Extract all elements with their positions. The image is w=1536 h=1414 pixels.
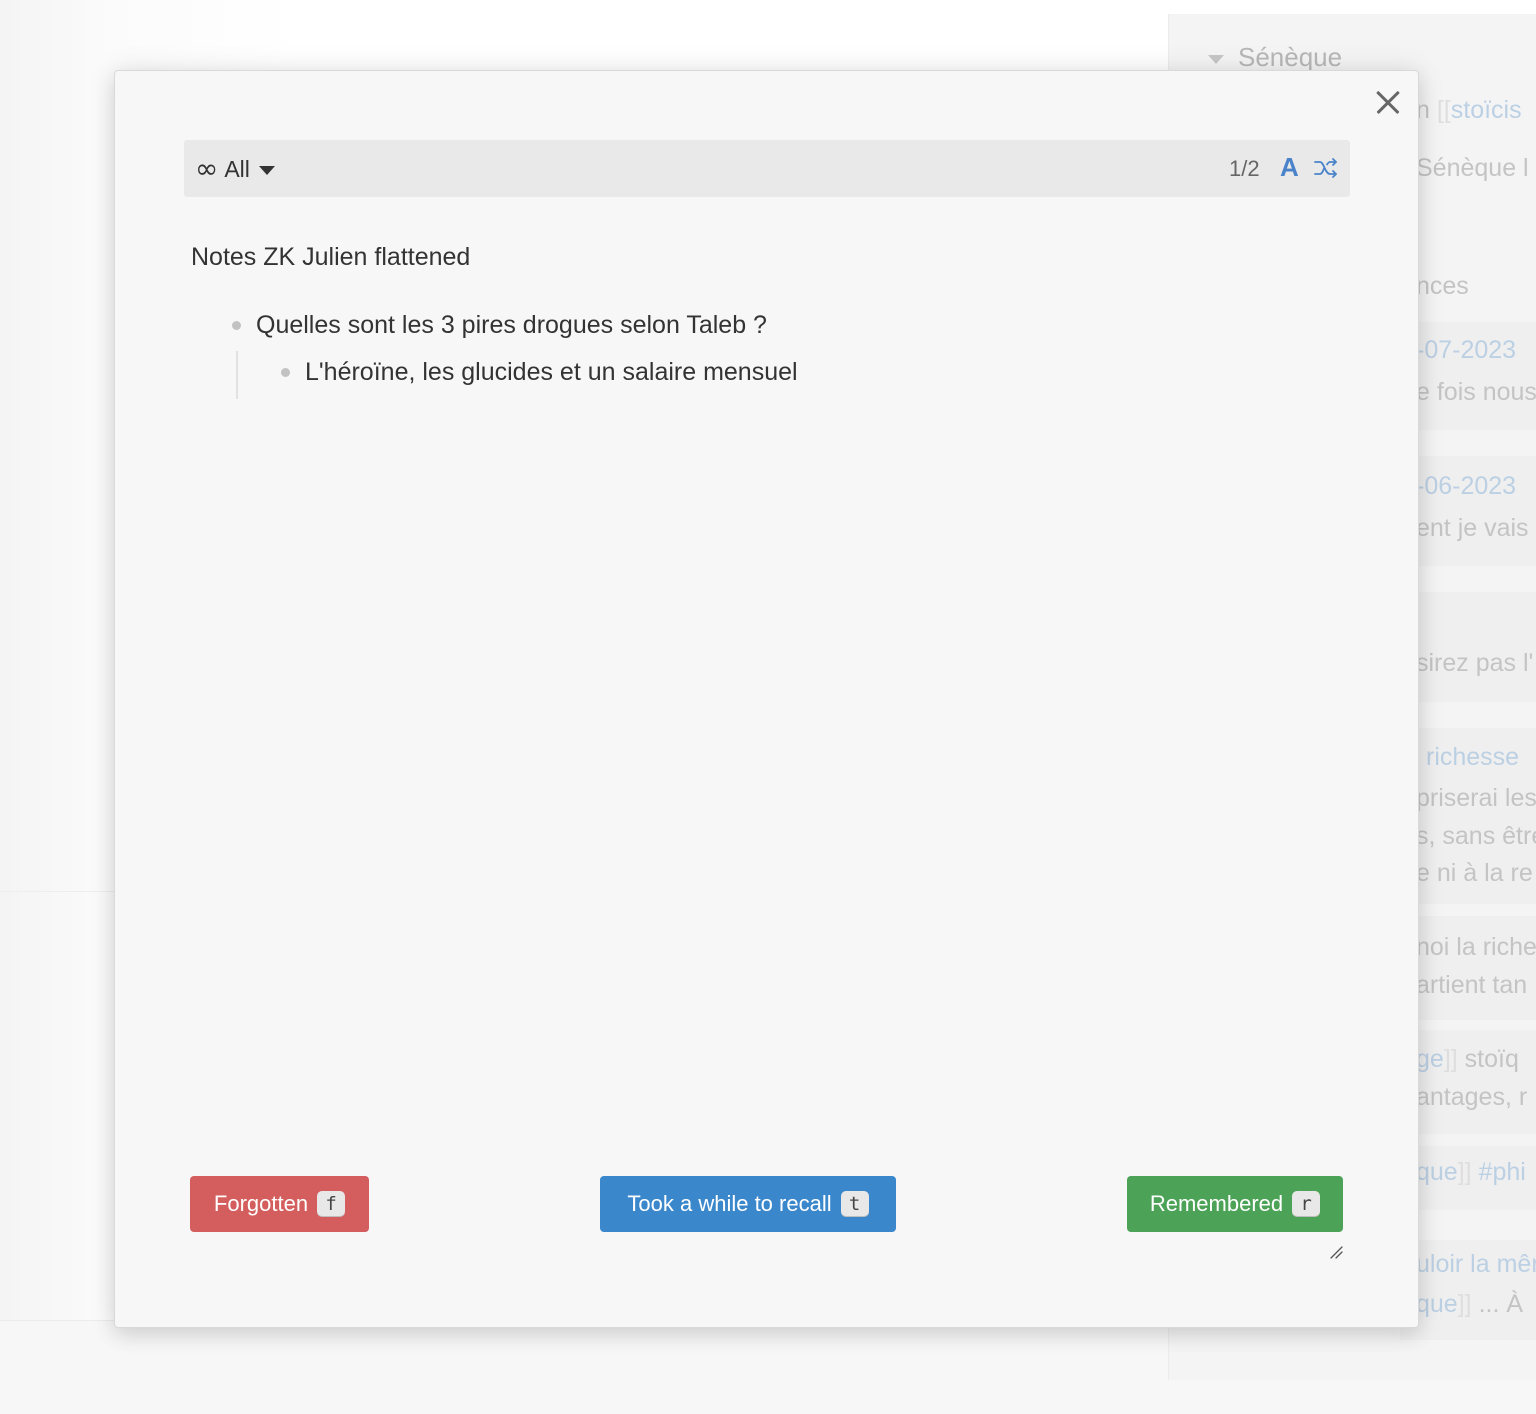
background-text-fragment: noi la riche bbox=[1416, 933, 1536, 961]
took-a-while-button[interactable]: Took a while to recall t bbox=[600, 1176, 896, 1232]
background-link-fragment: richesse bbox=[1426, 743, 1520, 771]
bullet-icon bbox=[281, 368, 290, 377]
forgotten-button[interactable]: Forgotten f bbox=[190, 1176, 369, 1232]
collapse-caret-icon bbox=[1208, 54, 1224, 64]
font-icon[interactable]: A bbox=[1280, 152, 1299, 183]
forgotten-label: Forgotten bbox=[213, 1191, 309, 1216]
shortcut-key-badge: f bbox=[317, 1191, 346, 1217]
background-text-fragment: que]] #phi bbox=[1416, 1158, 1526, 1186]
background-card bbox=[1400, 592, 1536, 702]
review-toolbar: ∞ All 1/2 A bbox=[184, 140, 1350, 197]
bullet-icon bbox=[232, 321, 241, 330]
background-text-fragment: priserai les bbox=[1416, 784, 1536, 812]
shuffle-icon[interactable] bbox=[1313, 155, 1339, 181]
caret-down-icon bbox=[258, 165, 275, 175]
flashcard-review-modal: ∞ All 1/2 A Notes ZK Julien flattened Qu… bbox=[114, 70, 1419, 1328]
shortcut-key-badge: r bbox=[1292, 1191, 1321, 1217]
background-text-fragment: sirez pas l' bbox=[1416, 649, 1534, 677]
remembered-button[interactable]: Remembered r bbox=[1127, 1176, 1343, 1232]
background-text-fragment: Sénèque l bbox=[1416, 154, 1529, 182]
background-text-fragment: que]] ... À bbox=[1416, 1290, 1524, 1318]
background-sidebar-title: Sénèque bbox=[1238, 42, 1343, 72]
answer-text: L'héroïne, les glucides et un salaire me… bbox=[305, 358, 798, 386]
card-counter: 1/2 bbox=[1229, 156, 1260, 181]
background-link-fragment: -06-2023 bbox=[1416, 472, 1517, 500]
question-block: Quelles sont les 3 pires drogues selon T… bbox=[232, 311, 767, 340]
question-text: Quelles sont les 3 pires drogues selon T… bbox=[256, 311, 767, 339]
background-text-fragment: e ni à la re bbox=[1416, 859, 1533, 887]
app-window: Sénèque n [[stoïcis Sénèque l nces -07-2… bbox=[0, 0, 1536, 1414]
close-icon[interactable] bbox=[1373, 87, 1403, 117]
background-card bbox=[1400, 916, 1536, 1020]
background-text-fragment: s, sans être bbox=[1416, 822, 1536, 850]
background-text-fragment: artient tan bbox=[1416, 971, 1528, 999]
recall-label: Took a while to recall bbox=[627, 1191, 832, 1216]
background-text-fragment: e fois nous bbox=[1416, 378, 1536, 406]
background-text-fragment: ge]] stoïq bbox=[1416, 1045, 1519, 1073]
answer-block: L'héroïne, les glucides et un salaire me… bbox=[281, 358, 798, 387]
background-text-fragment: n [[stoïcis bbox=[1416, 96, 1522, 124]
background-text-fragment: antages, r bbox=[1416, 1083, 1528, 1111]
remembered-label: Remembered bbox=[1149, 1191, 1284, 1216]
child-thread-line bbox=[236, 351, 238, 399]
background-text-fragment: ent je vais bbox=[1416, 514, 1529, 542]
background-link-fragment: -07-2023 bbox=[1416, 336, 1517, 364]
resize-handle-icon[interactable] bbox=[1329, 1245, 1343, 1259]
background-text-fragment: nces bbox=[1416, 272, 1469, 300]
deck-filter-dropdown[interactable]: ∞ All bbox=[195, 153, 275, 185]
shortcut-key-badge: t bbox=[840, 1191, 869, 1217]
background-sidebar-header: Sénèque bbox=[1208, 42, 1342, 73]
infinity-icon: ∞ bbox=[195, 152, 219, 185]
background-link-fragment: uloir la mêr bbox=[1416, 1250, 1536, 1278]
card-page-title: Notes ZK Julien flattened bbox=[191, 243, 471, 271]
deck-filter-label: All bbox=[224, 155, 250, 182]
